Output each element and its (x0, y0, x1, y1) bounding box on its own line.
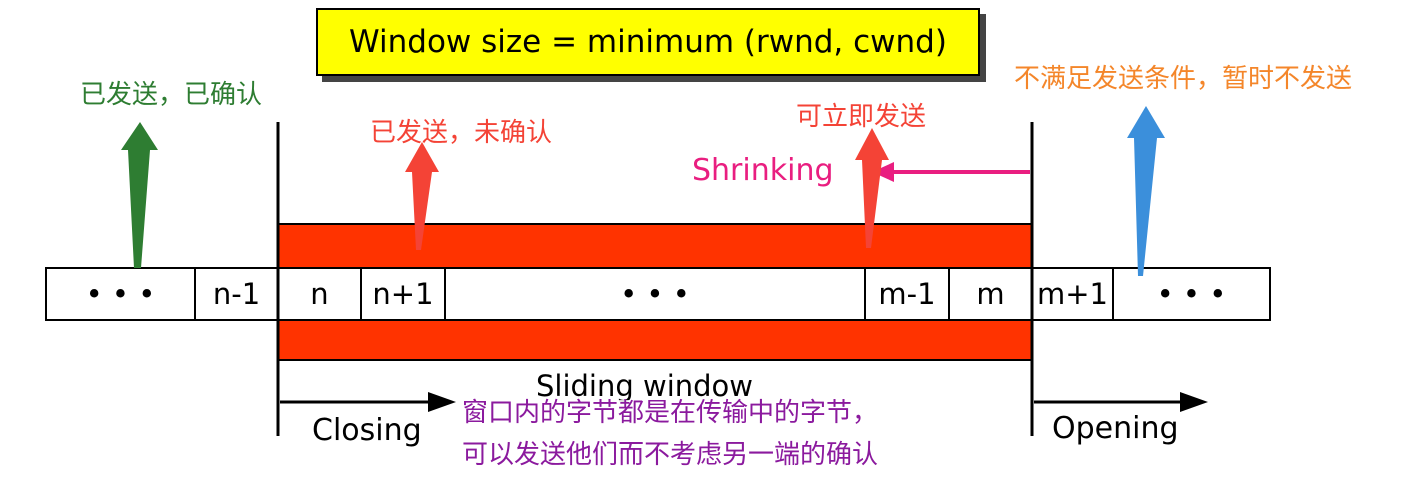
label-can-send: 可立即发送 (796, 102, 927, 132)
note-line-2: 可以发送他们而不考虑另一端的确认 (462, 440, 879, 470)
blue-arrow (1127, 106, 1165, 276)
closing-arrow-head (428, 392, 456, 412)
formula-box: Window size = minimum (rwnd, cwnd) (316, 8, 980, 76)
cell-m-minus-1: m-1 (878, 277, 936, 311)
cell-n: n (310, 277, 329, 311)
cell-ellipsis-middle: • • • (620, 277, 690, 311)
cell-m: m (976, 277, 1005, 311)
note-line-1: 窗口内的字节都是在传输中的字节， (462, 398, 879, 428)
opening-arrow-head (1180, 392, 1208, 412)
cell-ellipsis-left: • • • (85, 277, 156, 311)
label-sent-acked: 已发送，已确认 (80, 80, 263, 110)
cell-n-plus-1: n+1 (372, 277, 434, 311)
label-cannot-send: 不满足发送条件，暂时不发送 (1014, 64, 1353, 94)
label-sliding-window: Sliding window (536, 369, 754, 403)
green-arrow (121, 122, 158, 268)
cell-ellipsis-right: • • • (1156, 277, 1227, 311)
label-opening: Opening (1052, 411, 1179, 446)
label-shrinking: Shrinking (692, 153, 834, 188)
label-sent-unacked: 已发送，未确认 (370, 118, 553, 148)
formula-text: Window size = minimum (rwnd, cwnd) (349, 24, 947, 60)
label-closing: Closing (312, 413, 422, 448)
cell-n-minus-1: n-1 (212, 277, 261, 311)
cell-m-plus-1: m+1 (1037, 277, 1108, 311)
sliding-window-diagram: Window size = minimum (rwnd, cwnd) • • •… (0, 0, 1417, 482)
